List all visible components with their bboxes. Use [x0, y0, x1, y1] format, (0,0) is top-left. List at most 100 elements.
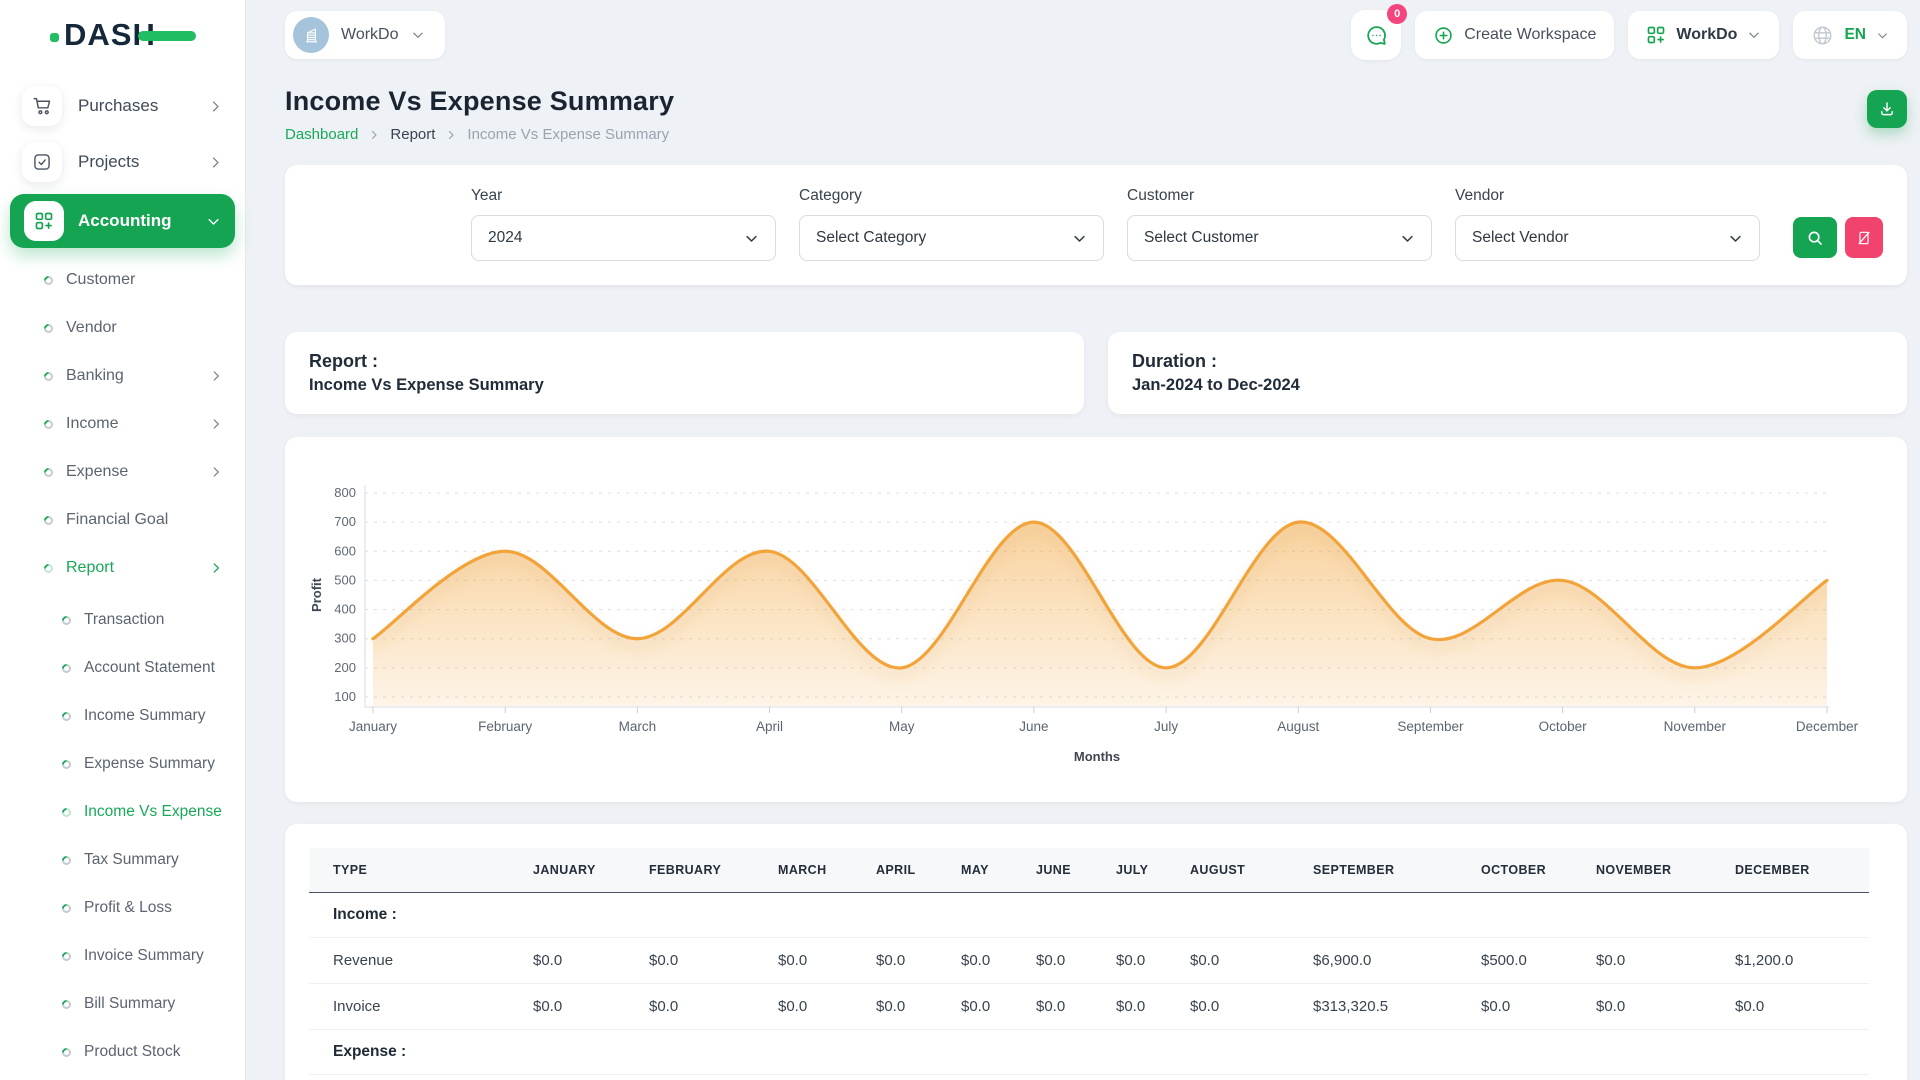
svg-text:Months: Months — [1074, 749, 1120, 764]
sidebar-item-label: Expense Summary — [84, 755, 215, 773]
workspace-selector[interactable]: WorkDo — [285, 11, 445, 59]
globe-icon — [1811, 24, 1834, 47]
report-submenu: Transaction Account Statement Income Sum… — [0, 592, 245, 1080]
breadcrumb-dashboard[interactable]: Dashboard — [285, 126, 358, 143]
sidebar-item-customer[interactable]: Customer — [0, 256, 245, 304]
table-cell: $0.0 — [1166, 984, 1289, 1030]
clear-filter-icon — [1856, 230, 1872, 246]
field-label: Category — [799, 187, 1104, 205]
field-label: Year — [471, 187, 776, 205]
bullet-icon — [60, 710, 73, 723]
workspace-menu-button[interactable]: WorkDo — [1628, 11, 1779, 59]
reset-filter-button[interactable] — [1845, 217, 1883, 258]
summary-cards: Report : Income Vs Expense Summary Durat… — [285, 332, 1907, 414]
chevron-right-icon — [209, 561, 223, 575]
table-cell: $0.0 — [1012, 938, 1092, 984]
workspace-avatar — [293, 17, 329, 53]
sidebar-item-banking[interactable]: Banking — [0, 352, 245, 400]
sidebar-item-profit-loss[interactable]: Profit & Loss — [0, 884, 245, 932]
table-cell: $0.0 — [509, 938, 625, 984]
building-icon — [302, 26, 321, 45]
sidebar-item-label: Vendor — [66, 319, 117, 337]
app-root: DASH Purchases Projects — [0, 0, 1920, 1080]
sidebar-item-label: Product Stock — [84, 1043, 181, 1061]
summary-value: Income Vs Expense Summary — [309, 376, 1060, 395]
logo-dash-icon — [138, 31, 196, 41]
vendor-select[interactable]: Select Vendor — [1455, 215, 1760, 261]
table-group-row: Income : — [309, 893, 1869, 938]
brand-logo[interactable]: DASH — [0, 0, 245, 70]
bullet-icon — [60, 998, 73, 1011]
messages-button[interactable]: 0 — [1351, 10, 1401, 60]
sidebar-item-account-statement[interactable]: Account Statement — [0, 644, 245, 692]
chevron-right-icon — [208, 155, 223, 170]
table-col-header: FEBRUARY — [625, 848, 754, 893]
chevron-right-icon — [209, 369, 223, 383]
create-workspace-button[interactable]: Create Workspace — [1415, 11, 1614, 59]
sidebar-item-label: Report — [66, 559, 114, 577]
chevron-down-icon — [744, 231, 759, 246]
apply-filter-button[interactable] — [1793, 217, 1837, 258]
sidebar-item-vendor[interactable]: Vendor — [0, 304, 245, 352]
sidebar-item-report[interactable]: Report — [0, 544, 245, 592]
table-cell: $313,320.5 — [1289, 984, 1457, 1030]
sidebar-item-expense-summary[interactable]: Expense Summary — [0, 740, 245, 788]
sidebar-item-label: Expense — [66, 463, 128, 481]
duration-summary-card: Duration : Jan-2024 to Dec-2024 — [1108, 332, 1907, 414]
bullet-icon — [60, 1046, 73, 1059]
sidebar-item-financial-goal[interactable]: Financial Goal — [0, 496, 245, 544]
check-square-icon — [22, 142, 62, 182]
sidebar-item-expense[interactable]: Expense — [0, 448, 245, 496]
sidebar-item-transaction[interactable]: Transaction — [0, 596, 245, 644]
sidebar-item-income[interactable]: Income — [0, 400, 245, 448]
svg-text:March: March — [619, 719, 657, 734]
download-button[interactable] — [1867, 90, 1907, 128]
sidebar-item-label: Income Vs Expense — [84, 803, 222, 821]
table-col-header: MARCH — [754, 848, 852, 893]
sidebar-item-label: Tax Summary — [84, 851, 179, 869]
sidebar-item-bill-summary[interactable]: Bill Summary — [0, 980, 245, 1028]
workspace-name: WorkDo — [341, 26, 399, 44]
sidebar-item-label: Purchases — [78, 96, 158, 116]
table-cell: $0.0 — [852, 984, 937, 1030]
breadcrumb-report[interactable]: Report — [390, 126, 435, 143]
sidebar-item-income-vs-expense[interactable]: Income Vs Expense — [0, 788, 245, 836]
sidebar-item-product-stock[interactable]: Product Stock — [0, 1028, 245, 1076]
svg-text:800: 800 — [334, 485, 356, 500]
bullet-icon — [60, 614, 73, 627]
cart-icon — [22, 86, 62, 126]
sidebar-item-accounting[interactable]: Accounting — [10, 194, 235, 248]
chevron-down-icon — [1072, 231, 1087, 246]
bullet-icon — [60, 902, 73, 915]
table-col-header: SEPTEMBER — [1289, 848, 1457, 893]
table-cell: $1,200.0 — [1711, 938, 1869, 984]
sidebar-item-tax-summary[interactable]: Tax Summary — [0, 836, 245, 884]
table-group-label: Income : — [309, 893, 1869, 938]
bullet-icon — [42, 514, 55, 527]
bullet-icon — [42, 562, 55, 575]
sidebar-item-invoice-summary[interactable]: Invoice Summary — [0, 932, 245, 980]
sidebar-item-purchases[interactable]: Purchases — [0, 78, 245, 134]
select-value: Select Vendor — [1472, 229, 1569, 247]
customer-select[interactable]: Select Customer — [1127, 215, 1432, 261]
sidebar-item-projects[interactable]: Projects — [0, 134, 245, 190]
main-content: WorkDo 0 Create Workspace WorkDo — [245, 0, 1920, 1080]
svg-text:200: 200 — [334, 660, 356, 675]
sidebar: DASH Purchases Projects — [0, 0, 245, 1080]
language-selector[interactable]: EN — [1793, 11, 1907, 59]
sidebar-item-cash-flow[interactable]: Cash Flow — [0, 1076, 245, 1080]
profit-area-chart: 100200300400500600700800JanuaryFebruaryM… — [305, 454, 1873, 784]
table-cell: $0.0 — [937, 938, 1012, 984]
chevron-down-icon — [1747, 28, 1761, 42]
category-select[interactable]: Select Category — [799, 215, 1104, 261]
sidebar-item-income-summary[interactable]: Income Summary — [0, 692, 245, 740]
field-label: Vendor — [1455, 187, 1760, 205]
table-row: Revenue$0.0$0.0$0.0$0.0$0.0$0.0$0.0$0.0$… — [309, 938, 1869, 984]
table-cell: $0.0 — [1092, 938, 1166, 984]
svg-text:November: November — [1664, 719, 1727, 734]
year-select[interactable]: 2024 — [471, 215, 776, 261]
chevron-down-icon — [1400, 231, 1415, 246]
bullet-icon — [42, 466, 55, 479]
income-expense-table: TYPEJANUARYFEBRUARYMARCHAPRILMAYJUNEJULY… — [309, 848, 1869, 1075]
page-title: Income Vs Expense Summary — [285, 86, 674, 117]
